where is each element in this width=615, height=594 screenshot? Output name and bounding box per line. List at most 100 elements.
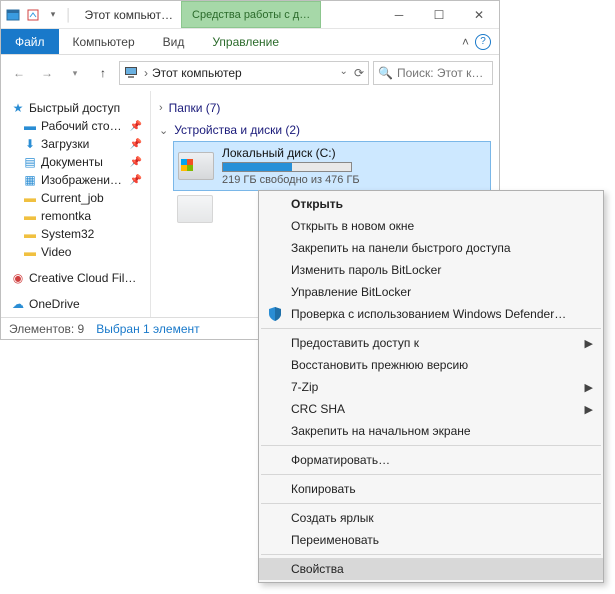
- navigation-bar: ← → ▾ ↑ › Этот компьютер ⌄ ⟳ 🔍: [1, 55, 499, 91]
- sidebar-label: Изображени…: [41, 173, 122, 187]
- explorer-icon: [5, 7, 21, 23]
- refresh-icon[interactable]: ⟳: [354, 66, 364, 80]
- cm-change-bitlocker[interactable]: Изменить пароль BitLocker: [259, 259, 603, 281]
- window-controls: ─ ☐ ✕: [379, 1, 499, 28]
- drive-icon: [178, 152, 214, 180]
- breadcrumb-location[interactable]: Этот компьютер: [152, 66, 242, 80]
- pin-icon: 📌: [130, 139, 146, 150]
- forward-button[interactable]: →: [35, 61, 59, 85]
- sidebar-item-video[interactable]: ▬ Video: [1, 243, 150, 261]
- cm-separator: [261, 554, 601, 555]
- submenu-arrow-icon: ▶: [585, 337, 593, 350]
- drive-info: Локальный диск (C:) 219 ГБ свободно из 4…: [222, 146, 360, 186]
- documents-icon: ▤: [23, 155, 37, 169]
- maximize-button[interactable]: ☐: [419, 1, 459, 28]
- tab-view[interactable]: Вид: [149, 29, 199, 54]
- sidebar-item-system32[interactable]: ▬ System32: [1, 225, 150, 243]
- tab-file[interactable]: Файл: [1, 29, 59, 54]
- cm-7zip[interactable]: 7-Zip▶: [259, 376, 603, 398]
- sidebar-onedrive[interactable]: ☁ OneDrive: [1, 295, 150, 313]
- cm-pin-quick-access[interactable]: Закрепить на панели быстрого доступа: [259, 237, 603, 259]
- pin-icon: 📌: [130, 175, 146, 186]
- drive-icon: [177, 195, 213, 223]
- cm-format[interactable]: Форматировать…: [259, 449, 603, 471]
- drive-c[interactable]: Локальный диск (C:) 219 ГБ свободно из 4…: [173, 141, 491, 191]
- search-input[interactable]: [397, 66, 488, 80]
- status-element-count: Элементов: 9: [9, 322, 84, 336]
- qat-dropdown-icon[interactable]: ▾: [45, 7, 61, 23]
- cm-crc-sha[interactable]: CRC SHA▶: [259, 398, 603, 420]
- properties-icon[interactable]: [25, 7, 41, 23]
- cm-create-shortcut[interactable]: Создать ярлык: [259, 507, 603, 529]
- folder-icon: ▬: [23, 227, 37, 241]
- folder-icon: ▬: [23, 191, 37, 205]
- cm-defender[interactable]: Проверка с использованием Windows Defend…: [259, 303, 603, 325]
- sidebar-item-currentjob[interactable]: ▬ Current_job: [1, 189, 150, 207]
- quick-access-toolbar: ▾ │: [1, 1, 77, 28]
- up-button[interactable]: ↑: [91, 61, 115, 85]
- cm-properties[interactable]: Свойства: [259, 558, 603, 580]
- submenu-arrow-icon: ▶: [585, 381, 593, 394]
- cm-separator: [261, 474, 601, 475]
- pictures-icon: ▦: [23, 173, 37, 187]
- titlebar: ▾ │ Этот компьют… Средства работы с д… ─…: [1, 1, 499, 29]
- minimize-button[interactable]: ─: [379, 1, 419, 28]
- desktop-icon: ▬: [23, 119, 37, 133]
- sidebar-label: Быстрый доступ: [29, 101, 120, 115]
- group-folders[interactable]: › Папки (7): [159, 97, 491, 119]
- cm-rename[interactable]: Переименовать: [259, 529, 603, 551]
- sidebar-label: remontka: [41, 209, 91, 223]
- sidebar-item-documents[interactable]: ▤ Документы 📌: [1, 153, 150, 171]
- downloads-icon: ⬇: [23, 137, 37, 151]
- cm-separator: [261, 445, 601, 446]
- chevron-right-icon: ›: [159, 102, 163, 114]
- cm-manage-bitlocker[interactable]: Управление BitLocker: [259, 281, 603, 303]
- recent-locations-button[interactable]: ▾: [63, 61, 87, 85]
- sidebar-item-desktop[interactable]: ▬ Рабочий сто… 📌: [1, 117, 150, 135]
- group-drives[interactable]: ⌄ Устройства и диски (2): [159, 119, 491, 141]
- pc-icon: [124, 65, 140, 81]
- sidebar-label: Current_job: [41, 191, 104, 205]
- cm-separator: [261, 503, 601, 504]
- context-menu: Открыть Открыть в новом окне Закрепить н…: [258, 190, 604, 583]
- group-label: Устройства и диски (2): [174, 123, 300, 137]
- sidebar-item-remontka[interactable]: ▬ remontka: [1, 207, 150, 225]
- cm-open[interactable]: Открыть: [259, 193, 603, 215]
- address-dropdown-icon[interactable]: ⌄: [340, 66, 348, 80]
- close-button[interactable]: ✕: [459, 1, 499, 28]
- sidebar-item-downloads[interactable]: ⬇ Загрузки 📌: [1, 135, 150, 153]
- drive-name: Локальный диск (C:): [222, 146, 360, 160]
- address-bar[interactable]: › Этот компьютер ⌄ ⟳: [119, 61, 369, 85]
- sidebar-label: System32: [41, 227, 94, 241]
- collapse-ribbon-icon[interactable]: ˄: [462, 35, 469, 49]
- tab-computer[interactable]: Компьютер: [59, 29, 149, 54]
- search-box[interactable]: 🔍: [373, 61, 493, 85]
- cm-restore-previous[interactable]: Восстановить прежнюю версию: [259, 354, 603, 376]
- navigation-pane: ★ Быстрый доступ ▬ Рабочий сто… 📌 ⬇ Загр…: [1, 91, 151, 317]
- tab-manage[interactable]: Управление: [198, 29, 293, 54]
- back-button[interactable]: ←: [7, 61, 31, 85]
- star-icon: ★: [11, 101, 25, 115]
- cm-open-new-window[interactable]: Открыть в новом окне: [259, 215, 603, 237]
- sidebar-label: Рабочий сто…: [41, 119, 122, 133]
- cm-separator: [261, 328, 601, 329]
- chevron-down-icon: ⌄: [159, 124, 168, 137]
- sidebar-quick-access[interactable]: ★ Быстрый доступ: [1, 99, 150, 117]
- sidebar-label: Video: [41, 245, 71, 259]
- help-icon[interactable]: ?: [475, 34, 491, 50]
- shield-icon: [267, 306, 283, 322]
- cm-give-access[interactable]: Предоставить доступ к▶: [259, 332, 603, 354]
- creative-cloud-icon: ◉: [11, 271, 25, 285]
- sidebar-label: Документы: [41, 155, 103, 169]
- sidebar-label: Creative Cloud Fil…: [29, 271, 136, 285]
- folder-icon: ▬: [23, 209, 37, 223]
- contextual-tab-label[interactable]: Средства работы с д…: [181, 1, 321, 28]
- sidebar-creative-cloud[interactable]: ◉ Creative Cloud Fil…: [1, 269, 150, 287]
- cm-pin-start[interactable]: Закрепить на начальном экране: [259, 420, 603, 442]
- breadcrumb-separator[interactable]: ›: [144, 66, 148, 80]
- sidebar-item-pictures[interactable]: ▦ Изображени… 📌: [1, 171, 150, 189]
- group-label: Папки (7): [169, 101, 221, 115]
- cm-copy[interactable]: Копировать: [259, 478, 603, 500]
- status-selected-count: Выбран 1 элемент: [96, 322, 199, 336]
- window-title: Этот компьют…: [77, 1, 182, 28]
